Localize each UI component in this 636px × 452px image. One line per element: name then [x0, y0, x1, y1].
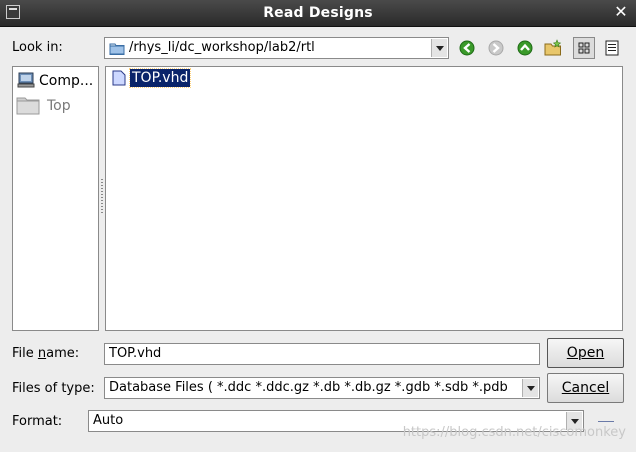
- places-sidebar: Comp... Top: [12, 66, 99, 331]
- arrow-up-icon[interactable]: [515, 38, 535, 58]
- file-name-label: TOP.vhd: [128, 68, 192, 88]
- look-in-path: /rhys_li/dc_workshop/lab2/rtl: [129, 40, 315, 55]
- title-bar: Read Designs ✕: [0, 0, 636, 27]
- file-name-input[interactable]: TOP.vhd: [104, 343, 540, 365]
- sidebar-item-label: Comp...: [39, 73, 94, 89]
- format-label: Format:: [12, 414, 63, 429]
- look-in-combo[interactable]: /rhys_li/dc_workshop/lab2/rtl: [104, 37, 449, 59]
- file-list[interactable]: TOP.vhd: [105, 66, 623, 331]
- files-of-type-label: Files of type:: [12, 381, 95, 396]
- format-separator: [598, 421, 614, 422]
- files-of-type-combo[interactable]: Database Files ( *.ddc *.ddc.gz *.db *.d…: [104, 377, 540, 399]
- look-in-label: Look in:: [12, 40, 63, 55]
- file-name-value: TOP.vhd: [109, 346, 162, 361]
- arrow-left-icon[interactable]: [457, 38, 477, 58]
- new-folder-icon[interactable]: [543, 38, 563, 58]
- cancel-button[interactable]: Cancel: [547, 373, 624, 403]
- computer-icon: [17, 72, 35, 92]
- file-icon: [112, 70, 126, 90]
- pane-splitter[interactable]: [100, 178, 104, 218]
- files-of-type-value: Database Files ( *.ddc *.ddc.gz *.db *.d…: [109, 380, 508, 395]
- sidebar-item-computer[interactable]: Comp...: [16, 71, 96, 91]
- watermark-text: https://blog.csdn.net/ciscomonkey: [402, 425, 626, 440]
- close-icon[interactable]: ✕: [612, 3, 630, 21]
- open-button-label: Open: [566, 345, 605, 361]
- format-value: Auto: [93, 413, 124, 428]
- chevron-down-icon[interactable]: [522, 379, 538, 397]
- sidebar-item-label: Top: [47, 98, 71, 114]
- folder-icon: [109, 41, 125, 59]
- open-button[interactable]: Open: [547, 338, 624, 368]
- folder-icon: [16, 95, 40, 119]
- file-name-label: File name:: [12, 346, 80, 361]
- chevron-down-icon[interactable]: [431, 39, 447, 57]
- detail-view-icon[interactable]: [602, 38, 622, 58]
- arrow-right-icon[interactable]: [486, 38, 506, 58]
- cancel-button-label: Cancel: [561, 380, 610, 396]
- list-item[interactable]: TOP.vhd: [109, 68, 192, 90]
- list-view-icon[interactable]: [573, 37, 595, 59]
- window-title: Read Designs: [263, 5, 373, 21]
- sidebar-item-top[interactable]: Top: [16, 95, 96, 117]
